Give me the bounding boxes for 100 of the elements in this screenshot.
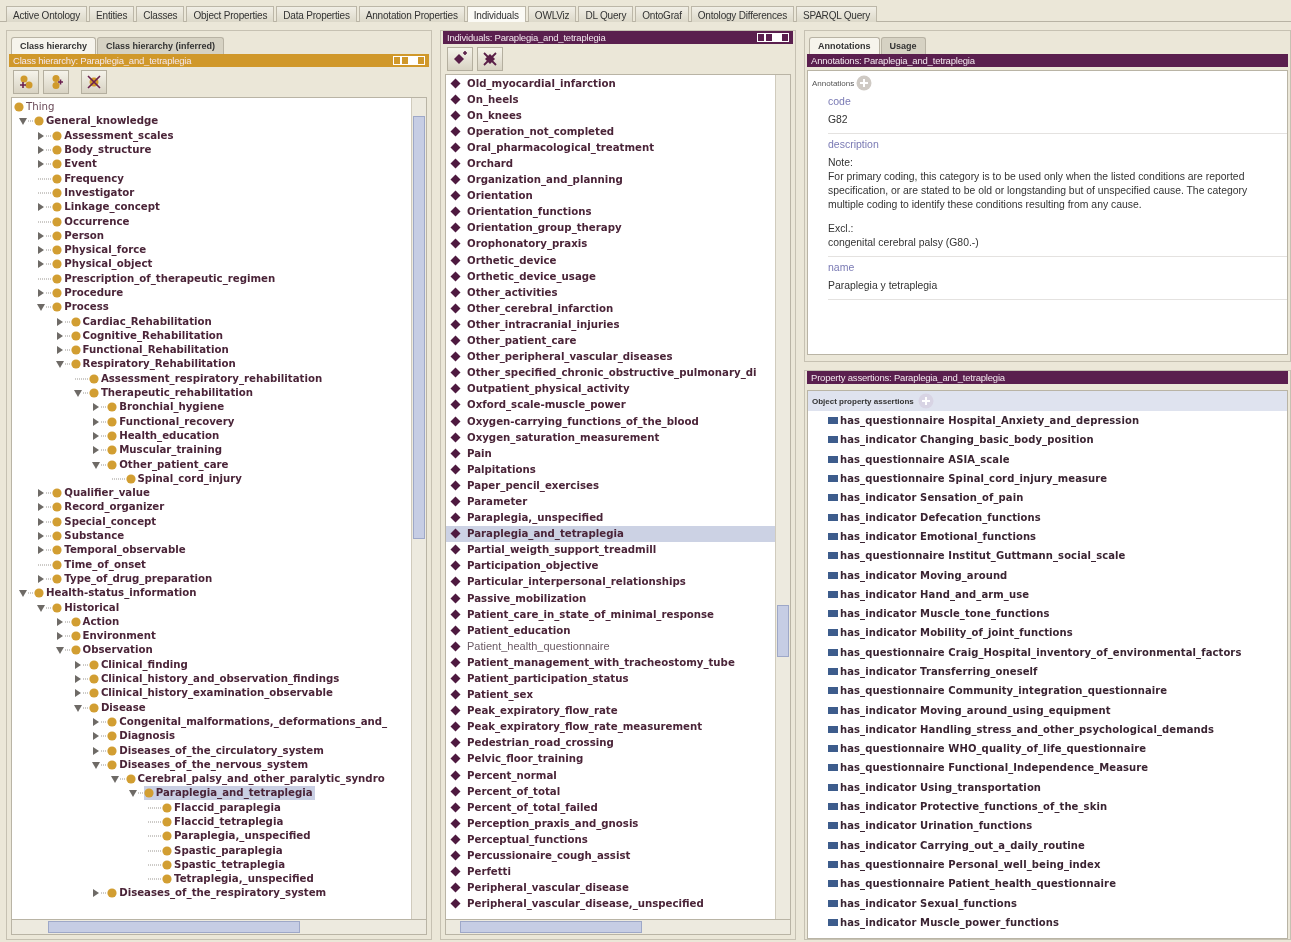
main-tab[interactable]: Active Ontology [6,6,88,22]
individual-item[interactable]: Paraplegia,_unspecified [446,509,775,526]
class-node[interactable]: Environment [70,629,158,644]
class-node[interactable]: Other_patient_care [107,457,231,472]
class-node[interactable]: Time_of_onset [52,557,148,572]
annotation-property[interactable]: code [828,95,1287,107]
class-node[interactable]: Prescription_of_therapeutic_regimen [52,271,278,286]
horizontal-scrollbar[interactable] [11,920,427,935]
individual-item[interactable]: Other_cerebral_infarction [446,300,775,317]
class-node[interactable]: Action [70,614,122,629]
main-tab[interactable]: OntoGraf [635,6,689,22]
view-tab[interactable]: Annotations [809,37,880,54]
class-node[interactable]: Frequency [52,171,126,186]
expand-toggle-icon[interactable] [91,416,108,427]
individual-item[interactable]: Patient_management_with_tracheostomy_tube [446,654,775,671]
class-node[interactable]: Event [52,157,99,172]
property-assertion[interactable]: has_indicator Mobility_of_joint_functions [840,627,1073,639]
class-node[interactable]: Physical_object [52,257,155,272]
expand-toggle-icon[interactable] [54,345,71,356]
class-node[interactable]: Substance [52,529,127,544]
individual-item[interactable]: Peak_expiratory_flow_rate_measurement [446,718,775,735]
main-tab[interactable]: Individuals [466,6,526,22]
expand-toggle-icon[interactable] [36,531,53,542]
property-assertion[interactable]: has_indicator Protective_functions_of_the_skin [840,801,1108,813]
class-node[interactable]: Clinical_finding [88,657,190,672]
main-tab[interactable]: Ontology Differences [690,6,794,22]
class-node[interactable]: Congenital_malformations,_deformations_and_ [107,714,390,729]
property-assertion[interactable]: has_questionnaire Community_integration_questionnaire [840,685,1168,697]
class-node[interactable]: Observation [70,643,155,658]
expand-toggle-icon[interactable] [36,145,53,156]
view-tab[interactable]: Class hierarchy [11,37,97,54]
class-node[interactable]: Diagnosis [107,729,178,744]
expand-toggle-icon[interactable] [91,759,108,770]
property-assertion[interactable]: has_questionnaire Spinal_cord_injury_measure [840,473,1108,485]
property-assertion[interactable]: has_indicator Moving_around_using_equipment [840,704,1111,716]
individual-item[interactable]: Oral_pharmacological_treatment [446,139,775,156]
property-assertion[interactable]: has_indicator Urination_functions [840,820,1033,832]
expand-toggle-icon[interactable] [127,788,144,799]
expand-toggle-icon[interactable] [91,716,108,727]
expand-toggle-icon[interactable] [72,388,89,399]
individual-item[interactable]: Oxygen-carrying_functions_of_the_blood [446,412,775,430]
class-node[interactable]: Body_structure [52,143,154,158]
class-node[interactable]: Record_organizer [52,500,167,515]
vertical-scrollbar[interactable] [775,75,790,919]
individual-item[interactable]: Passive_mobilization [446,590,775,607]
expand-toggle-icon[interactable] [72,702,89,713]
individual-item[interactable]: Pedestrian_road_crossing [446,734,775,751]
property-assertion[interactable]: has_questionnaire ASIA_scale [840,453,1010,465]
individual-item[interactable]: Patient_sex [446,686,775,703]
individual-item[interactable]: Orientation [446,187,775,204]
expand-toggle-icon[interactable] [18,588,34,599]
expand-toggle-icon[interactable] [54,616,71,627]
expand-toggle-icon[interactable] [36,516,53,527]
class-node[interactable]: Disease [88,700,148,715]
individual-item[interactable]: Pelvic_floor_training [446,750,775,768]
class-node[interactable]: Cognitive_Rehabilitation [70,328,226,343]
individual-item[interactable]: Peripheral_vascular_disease,_unspecified [446,895,775,912]
individual-item[interactable]: Perception_praxis_and_gnosis [446,815,775,832]
individual-item[interactable]: Other_patient_care [446,332,775,349]
class-node[interactable]: Flaccid_tetraplegia [162,815,286,829]
individual-item[interactable]: Participation_objective [446,557,775,574]
property-assertion[interactable]: has_indicator Transferring_oneself [840,666,1038,677]
expand-toggle-icon[interactable] [36,545,53,556]
add-sibling-button[interactable] [43,70,69,94]
class-node[interactable]: Tetraplegia,_unspecified [162,872,316,887]
individual-item[interactable]: Percent_normal [446,767,775,784]
property-assertion[interactable]: has_questionnaire WHO_quality_of_life_questionnaire [840,743,1147,755]
individual-item[interactable]: Organization_and_planning [446,171,775,188]
property-assertion[interactable]: has_indicator Moving_around [840,569,1008,581]
class-node[interactable]: Qualifier_value [52,486,152,501]
delete-class-button[interactable] [81,70,107,94]
property-assertion[interactable]: has_questionnaire Personal_well_being_index [840,858,1101,870]
class-node[interactable]: Health-status_information [34,586,199,601]
individual-item[interactable]: Perfetti [446,863,775,880]
individual-item[interactable]: Other_activities [446,284,775,301]
expand-toggle-icon[interactable] [54,330,71,341]
class-node[interactable]: Type_of_drug_preparation [52,571,215,586]
individual-item[interactable]: Old_myocardial_infarction [446,75,775,92]
property-assertion[interactable]: has_questionnaire Functional_Independence_Measure [840,762,1149,774]
individual-item[interactable]: Operation_not_completed [446,123,775,140]
individual-item[interactable]: Oxygen_saturation_measurement [446,429,775,446]
view-tab[interactable]: Usage [880,37,926,54]
property-assertion[interactable]: has_indicator Using_transportation [840,781,1042,793]
class-node[interactable]: Historical [52,600,122,615]
individual-item[interactable]: Orthetic_device [446,252,775,269]
expand-toggle-icon[interactable] [72,659,89,670]
individual-item[interactable]: Patient_education [446,622,775,639]
individual-item[interactable]: Percent_of_total [446,783,775,800]
property-assertion[interactable]: has_questionnaire Institut_Guttmann_social_scale [840,550,1126,562]
main-tab[interactable]: DL Query [578,6,634,22]
class-node[interactable]: Functional_Rehabilitation [70,343,231,358]
class-node[interactable]: Diseases_of_the_circulatory_system [107,743,326,758]
class-node[interactable]: Cardiac_Rehabilitation [70,314,214,329]
individual-item[interactable]: On_knees [446,107,775,124]
individual-item[interactable]: Outpatient_physical_activity [446,380,775,397]
expand-toggle-icon[interactable] [36,230,53,241]
vertical-scrollbar[interactable] [411,98,426,919]
class-node[interactable]: Spinal_cord_injury [125,471,244,486]
class-node[interactable]: Paraplegia_and_tetraplegia [143,786,315,801]
individual-item[interactable]: Pain [446,445,775,462]
